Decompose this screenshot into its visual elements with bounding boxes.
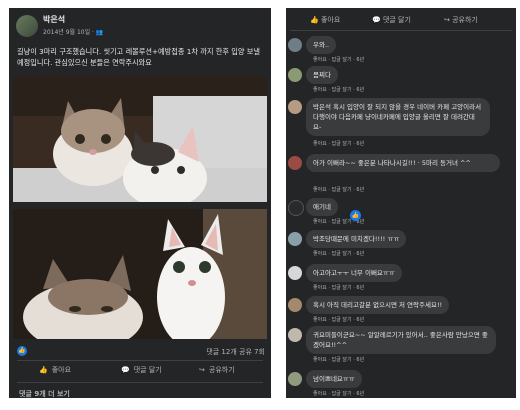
commenter-avatar[interactable]	[288, 372, 302, 386]
commenter-avatar[interactable]	[288, 266, 302, 280]
divider	[290, 30, 512, 31]
comment-meta[interactable]: 좋아요 · 답글 달기 · 6년	[313, 316, 364, 323]
comment-text: 애기네	[306, 198, 338, 216]
more-comments-link[interactable]: 댓글 9개 더 보기	[19, 389, 70, 398]
comment-meta[interactable]: 좋아요 · 답글 달기 · 6년	[313, 284, 364, 291]
comments-panel: 👍 좋아요 💬 댓글 달기 ↪ 공유하기 우와.. 좋아요 · 답글 달기 · …	[286, 8, 516, 398]
comment-text: 넘이쁘네요ㅠㅠ	[306, 370, 362, 388]
post-text: 길냥이 3마리 구조했습니다. 씻기고 레볼루션+예방접종 1차 까지 한후 입…	[17, 47, 261, 67]
comment-meta[interactable]: 좋아요 · 답글 달기 · 6년	[313, 356, 364, 363]
post-meta: 2014년 9월 10일 · 👥	[43, 27, 103, 36]
post-photo-2[interactable]	[13, 209, 267, 339]
friends-icon: · 👥	[92, 29, 104, 36]
commenter-avatar[interactable]	[288, 156, 302, 170]
comment-button[interactable]: 💬 댓글 달기	[121, 365, 162, 375]
divider	[17, 360, 263, 361]
comment-meta[interactable]: 좋아요 · 답글 달기 · 6년	[313, 56, 364, 63]
share-button[interactable]: ↪ 공유하기	[444, 15, 478, 25]
comment-meta[interactable]: 좋아요 · 답글 달기 · 6년	[313, 86, 364, 93]
comment-icon: 💬	[372, 16, 383, 24]
like-button[interactable]: 👍 좋아요	[310, 15, 340, 25]
comment-text: 혹시 아직 데리고갈분 없으시면 저 연락주세요!!	[306, 296, 450, 314]
comment-text: 박조당때문에 미치겠다!!!! ㅠㅠ	[306, 230, 407, 248]
comment-text: 아고아고ㅜㅜ 너무 이뻐요ㅠㅠ	[306, 264, 402, 282]
share-icon: ↪	[199, 366, 205, 374]
comment-meta[interactable]: 좋아요 · 답글 달기 · 6년	[313, 140, 364, 147]
post-photo-1[interactable]	[13, 76, 267, 202]
share-icon: ↪	[444, 16, 453, 24]
post-actions: 👍 좋아요 💬 댓글 달기 ↪ 공유하기	[9, 362, 271, 382]
comment-meta[interactable]: 좋아요 · 답글 달기 · 6년	[313, 390, 364, 397]
like-reaction-icon[interactable]: 👍	[17, 346, 27, 356]
comment-button[interactable]: 💬 댓글 달기	[372, 15, 411, 25]
commenter-avatar[interactable]	[288, 68, 302, 82]
thumbs-up-icon: 👍	[310, 16, 321, 24]
comment-text: 몸찌다	[306, 66, 338, 84]
post-header: 박은석 2014년 9월 10일 · 👥	[9, 8, 271, 44]
comment-text: 박은석 혹시 입양이 잘 되지 않을 경우 네이버 카페 고양이라서 다행이야 …	[306, 98, 490, 136]
commenter-avatar[interactable]	[288, 232, 302, 246]
commenter-avatar[interactable]	[288, 298, 302, 312]
comment-meta[interactable]: 좋아요 · 답글 달기 · 6년	[313, 186, 364, 193]
shares-count[interactable]: 공유 7회	[239, 348, 265, 356]
comments-count[interactable]: 댓글 12개	[206, 348, 236, 356]
share-button[interactable]: ↪ 공유하기	[199, 365, 235, 375]
post-date[interactable]: 2014년 9월 10일	[43, 29, 90, 36]
comment-text: 우와..	[306, 36, 337, 54]
like-button[interactable]: 👍 좋아요	[39, 365, 71, 375]
post-actions: 👍 좋아요 💬 댓글 달기 ↪ 공유하기	[286, 8, 516, 30]
comment-icon: 💬	[121, 366, 130, 374]
thumbs-up-icon: 👍	[39, 366, 48, 374]
comment-text: 아가 이뻐라~~ 좋은분 나타나시길!!! · 5마리 동거녀 ^^	[306, 154, 500, 172]
author-avatar[interactable]	[16, 15, 38, 37]
commenter-avatar[interactable]	[288, 328, 302, 342]
commenter-avatar[interactable]	[288, 100, 302, 114]
commenter-avatar[interactable]	[288, 38, 302, 52]
post-panel: 박은석 2014년 9월 10일 · 👥 길냥이 3마리 구조했습니다. 씻기고…	[9, 8, 271, 398]
divider	[17, 382, 263, 383]
author-name[interactable]: 박은석	[43, 14, 65, 25]
commenter-avatar[interactable]	[288, 200, 304, 216]
comment-meta[interactable]: 좋아요 · 답글 달기 · 6년	[313, 250, 364, 257]
post-stats: 👍 댓글 12개 공유 7회	[17, 346, 265, 358]
like-badge-icon: 👍	[350, 210, 361, 221]
comment-text: 귀요미들이군요~~ 알알레르기가 있어서.. 좋은사람 만났으면 좋겠어요!!^…	[306, 326, 496, 354]
